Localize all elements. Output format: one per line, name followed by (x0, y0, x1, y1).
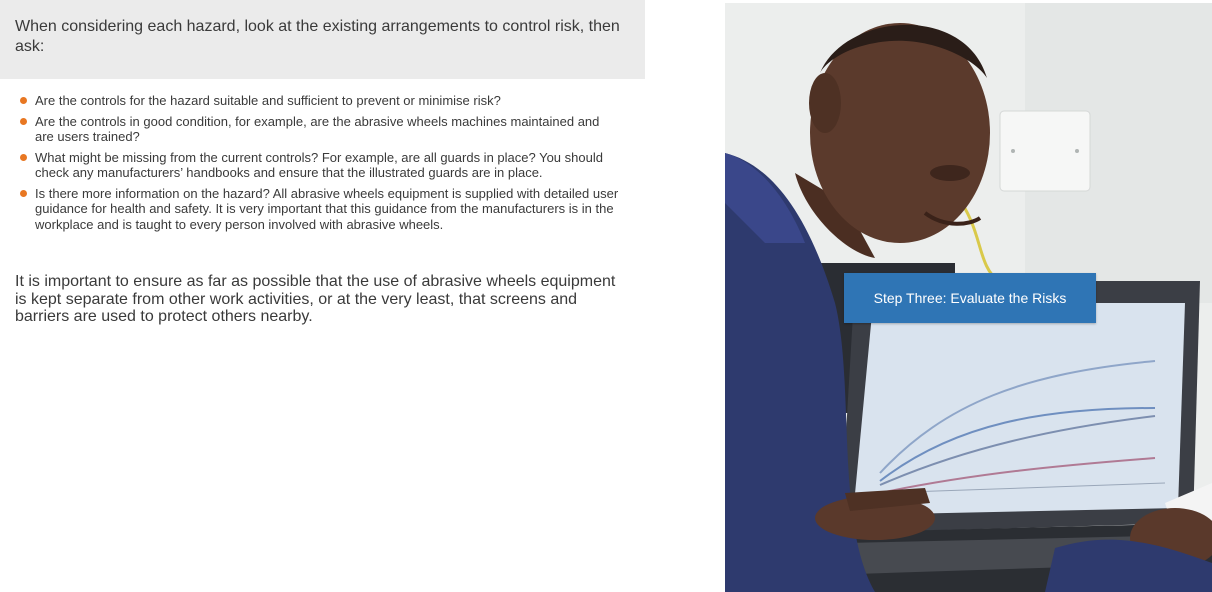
step-button-label: Step Three: Evaluate the Risks (873, 290, 1067, 306)
list-item: What might be missing from the current c… (15, 150, 620, 181)
bullet-icon (20, 97, 27, 104)
evaluate-risks-button[interactable]: Step Three: Evaluate the Risks (844, 273, 1096, 323)
list-item-text: Are the controls for the hazard suitable… (35, 93, 501, 108)
page: When considering each hazard, look at th… (0, 0, 1212, 592)
list-item-text: Are the controls in good condition, for … (35, 113, 600, 145)
list-item-text: Is there more information on the hazard?… (35, 185, 619, 232)
closing-paragraph: It is important to ensure as far as poss… (15, 273, 616, 325)
list-item: Are the controls for the hazard suitable… (15, 93, 620, 109)
intro-text: When considering each hazard, look at th… (15, 18, 620, 55)
bullet-icon (20, 189, 27, 197)
content-panel: When considering each hazard, look at th… (0, 0, 645, 592)
question-list: Are the controls for the hazard suitable… (15, 93, 620, 237)
intro-box: When considering each hazard, look at th… (0, 0, 645, 79)
list-item-text: What might be missing from the current c… (35, 149, 603, 181)
list-item: Is there more information on the hazard?… (15, 186, 620, 233)
bullet-icon (20, 117, 27, 125)
list-item: Are the controls in good condition, for … (15, 114, 620, 145)
bullet-icon (20, 153, 27, 161)
